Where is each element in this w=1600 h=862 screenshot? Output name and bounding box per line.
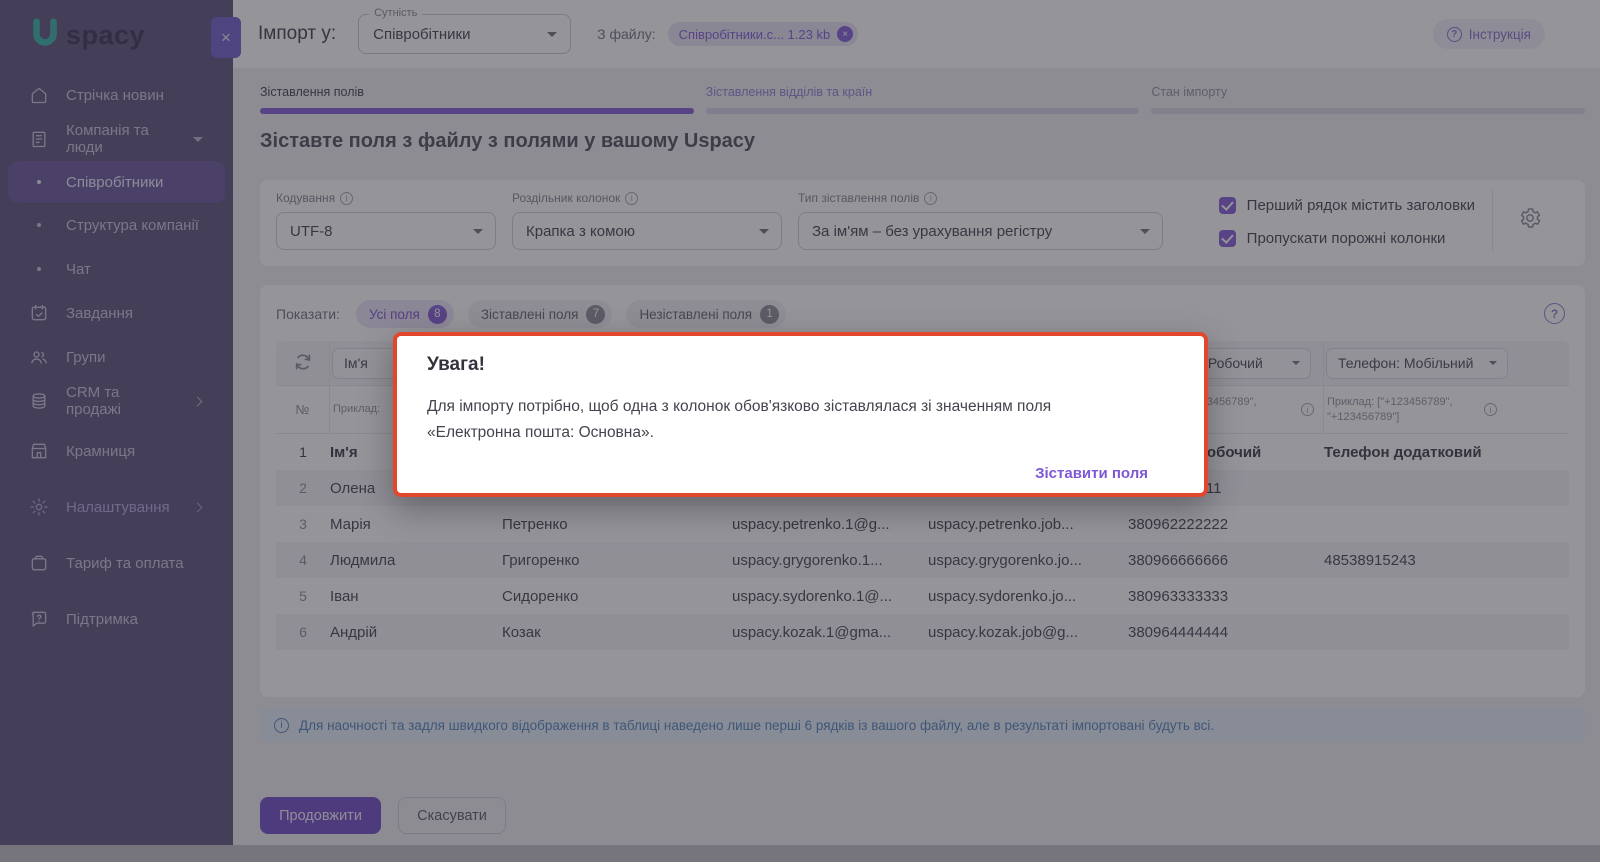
- app-root: spacy Стрічка новин Компанія та люди Спі…: [0, 0, 1600, 862]
- warning-modal: Увага! Для імпорту потрібно, щоб одна з …: [393, 332, 1208, 497]
- modal-body-text: Для імпорту потрібно, щоб одна з колонок…: [427, 398, 1052, 442]
- modal-title: Увага!: [427, 354, 485, 375]
- map-fields-button[interactable]: Зіставити поля: [1035, 465, 1148, 482]
